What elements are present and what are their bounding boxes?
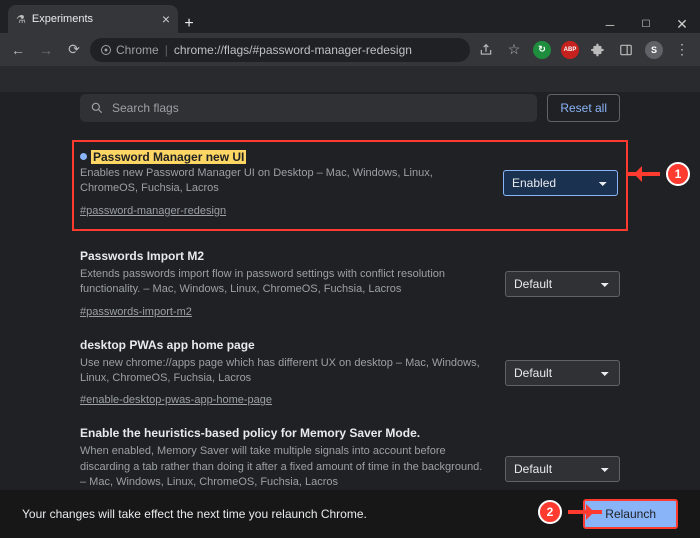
forward-button[interactable]: → (34, 38, 58, 62)
toolbar: ← → ⟳ Chrome | chrome://flags/#password-… (0, 33, 700, 66)
flag-description: Extends passwords import flow in passwor… (80, 267, 485, 298)
step-badge: 2 (538, 500, 562, 524)
flag-hash-link[interactable]: #password-manager-redesign (80, 205, 226, 217)
bookmark-bar (0, 66, 700, 92)
arrow-icon (626, 167, 666, 181)
close-window-button[interactable]: ✕ (664, 16, 700, 33)
new-tab-button[interactable]: + (178, 15, 200, 33)
site-info[interactable]: Chrome (100, 43, 159, 57)
modified-dot-icon (80, 153, 87, 160)
annotation-2: 2 (538, 500, 602, 524)
browser-tab[interactable]: ⚗ Experiments × (8, 5, 178, 33)
window-controls: ─ ☐ ✕ (592, 16, 700, 33)
url-text: chrome://flags/#password-manager-redesig… (174, 43, 412, 57)
flag-description: When enabled, Memory Saver will take mul… (80, 444, 485, 490)
menu-icon[interactable]: ⋮ (670, 38, 694, 62)
relaunch-message: Your changes will take effect the next t… (22, 507, 583, 521)
reload-button[interactable]: ⟳ (62, 38, 86, 62)
abp-extension-icon[interactable]: ABP (558, 38, 582, 62)
flag-title: Passwords Import M2 (80, 249, 485, 263)
flask-icon: ⚗ (16, 13, 26, 26)
side-panel-icon[interactable] (614, 38, 638, 62)
flag-title: Password Manager new UI (91, 150, 246, 164)
url-scheme-label: Chrome (116, 43, 159, 57)
flag-dropdown[interactable]: Default (505, 271, 620, 297)
share-icon[interactable] (474, 38, 498, 62)
flag-hash-link[interactable]: #enable-desktop-pwas-app-home-page (80, 394, 272, 406)
back-button[interactable]: ← (6, 38, 30, 62)
titlebar: ⚗ Experiments × + ─ ☐ ✕ (0, 0, 700, 33)
extensions-icon[interactable] (586, 38, 610, 62)
flags-page: Search flags Reset all Password Manager … (0, 92, 700, 490)
bookmark-icon[interactable]: ☆ (502, 38, 526, 62)
flag-description: Use new chrome://apps page which has dif… (80, 356, 485, 387)
flag-dropdown[interactable]: Enabled (503, 170, 618, 196)
search-input[interactable]: Search flags (80, 94, 537, 122)
search-placeholder: Search flags (112, 101, 179, 115)
flag-description: Enables new Password Manager UI on Deskt… (80, 166, 483, 197)
minimize-button[interactable]: ─ (592, 18, 628, 32)
flag-dropdown[interactable]: Default (505, 360, 620, 386)
address-bar[interactable]: Chrome | chrome://flags/#password-manage… (90, 38, 470, 62)
flag-title: Enable the heuristics-based policy for M… (80, 426, 485, 440)
flag-hash-link[interactable]: #passwords-import-m2 (80, 306, 192, 318)
flag-title: desktop PWAs app home page (80, 338, 485, 352)
step-badge: 1 (666, 162, 690, 186)
flag-passwords-import-m2: Passwords Import M2 Extends passwords im… (80, 249, 620, 320)
flag-memory-saver-heuristics: Enable the heuristics-based policy for M… (80, 426, 620, 490)
arrow-icon (562, 505, 602, 519)
reset-all-button[interactable]: Reset all (547, 94, 620, 122)
tab-title: Experiments (32, 13, 162, 25)
maximize-button[interactable]: ☐ (628, 19, 664, 30)
update-icon[interactable]: ↻ (530, 38, 554, 62)
flag-dropdown[interactable]: Default (505, 456, 620, 482)
annotation-1: 1 (626, 162, 690, 186)
flag-password-manager-new-ui: Password Manager new UI Enables new Pass… (72, 140, 628, 231)
flag-desktop-pwas-home: desktop PWAs app home page Use new chrom… (80, 338, 620, 409)
profile-avatar[interactable]: S (642, 38, 666, 62)
close-tab-icon[interactable]: × (162, 11, 170, 27)
